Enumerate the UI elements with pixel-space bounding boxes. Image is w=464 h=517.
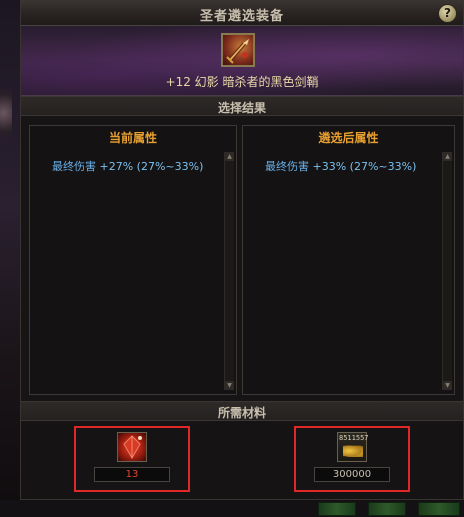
current-stat-value: +27% (27%~33%) [99, 160, 204, 173]
item-banner: +12 幻影 暗杀者的黑色剑鞘 [21, 26, 463, 96]
scroll-down-icon[interactable]: ▼ [443, 381, 452, 390]
red-crystal-icon[interactable] [117, 432, 147, 462]
current-attributes-panel: 当前属性 最终伤害 +27% (27%~33%) ▲ ▼ [29, 125, 237, 395]
material-slot-crystal: 13 [74, 426, 190, 492]
gold-coins-icon[interactable]: 8511557 [337, 432, 369, 462]
sacred-select-equipment-dialog: 圣者遴选装备 ? +12 幻影 暗杀者的黑色剑鞘 选择结果 当前属性 最终伤害 … [20, 0, 464, 500]
item-name: +12 幻影 暗杀者的黑色剑鞘 [165, 75, 319, 89]
material-slot-gold: 8511557 300000 [294, 426, 410, 492]
current-attributes-header: 当前属性 [108, 131, 157, 145]
current-stat-line: 最终伤害 +27% (27%~33%) [52, 158, 203, 174]
scroll-up-icon[interactable]: ▲ [225, 152, 234, 161]
background-decoration [0, 88, 12, 138]
current-panel-scrollbar[interactable]: ▲ ▼ [224, 152, 234, 390]
scroll-up-icon[interactable]: ▲ [443, 152, 452, 161]
sword-sheath-icon[interactable] [221, 33, 255, 67]
after-attributes-header: 遴选后属性 [318, 131, 379, 145]
materials-area: 13 8511557 300000 [21, 421, 463, 499]
material-count: 13 [94, 467, 170, 482]
after-stat-value: +33% (27%~33%) [312, 160, 417, 173]
result-section-header: 选择结果 [21, 96, 463, 116]
after-stat-line: 最终伤害 +33% (27%~33%) [265, 158, 416, 174]
current-stat-name: 最终伤害 [52, 160, 96, 173]
background-decoration [418, 502, 460, 516]
background-bottom-strip [0, 500, 464, 517]
materials-section-label: 所需材料 [217, 406, 266, 420]
material-count: 300000 [314, 467, 390, 482]
gold-coins-graphic [343, 445, 363, 457]
help-button[interactable]: ? [438, 4, 457, 23]
title-bar[interactable]: 圣者遴选装备 ? [21, 1, 463, 26]
after-stat-name: 最终伤害 [265, 160, 309, 173]
result-section-label: 选择结果 [217, 101, 266, 115]
after-attributes-panel: 遴选后属性 最终伤害 +33% (27%~33%) ▲ ▼ [242, 125, 455, 395]
background-scenery-left [0, 0, 22, 517]
gold-icon-label: 8511557 [339, 434, 369, 442]
after-panel-scrollbar[interactable]: ▲ ▼ [442, 152, 452, 390]
scroll-down-icon[interactable]: ▼ [225, 381, 234, 390]
background-decoration [368, 502, 406, 516]
materials-section-header: 所需材料 [21, 401, 463, 421]
background-decoration [318, 502, 356, 516]
dialog-title: 圣者遴选装备 [199, 9, 284, 24]
